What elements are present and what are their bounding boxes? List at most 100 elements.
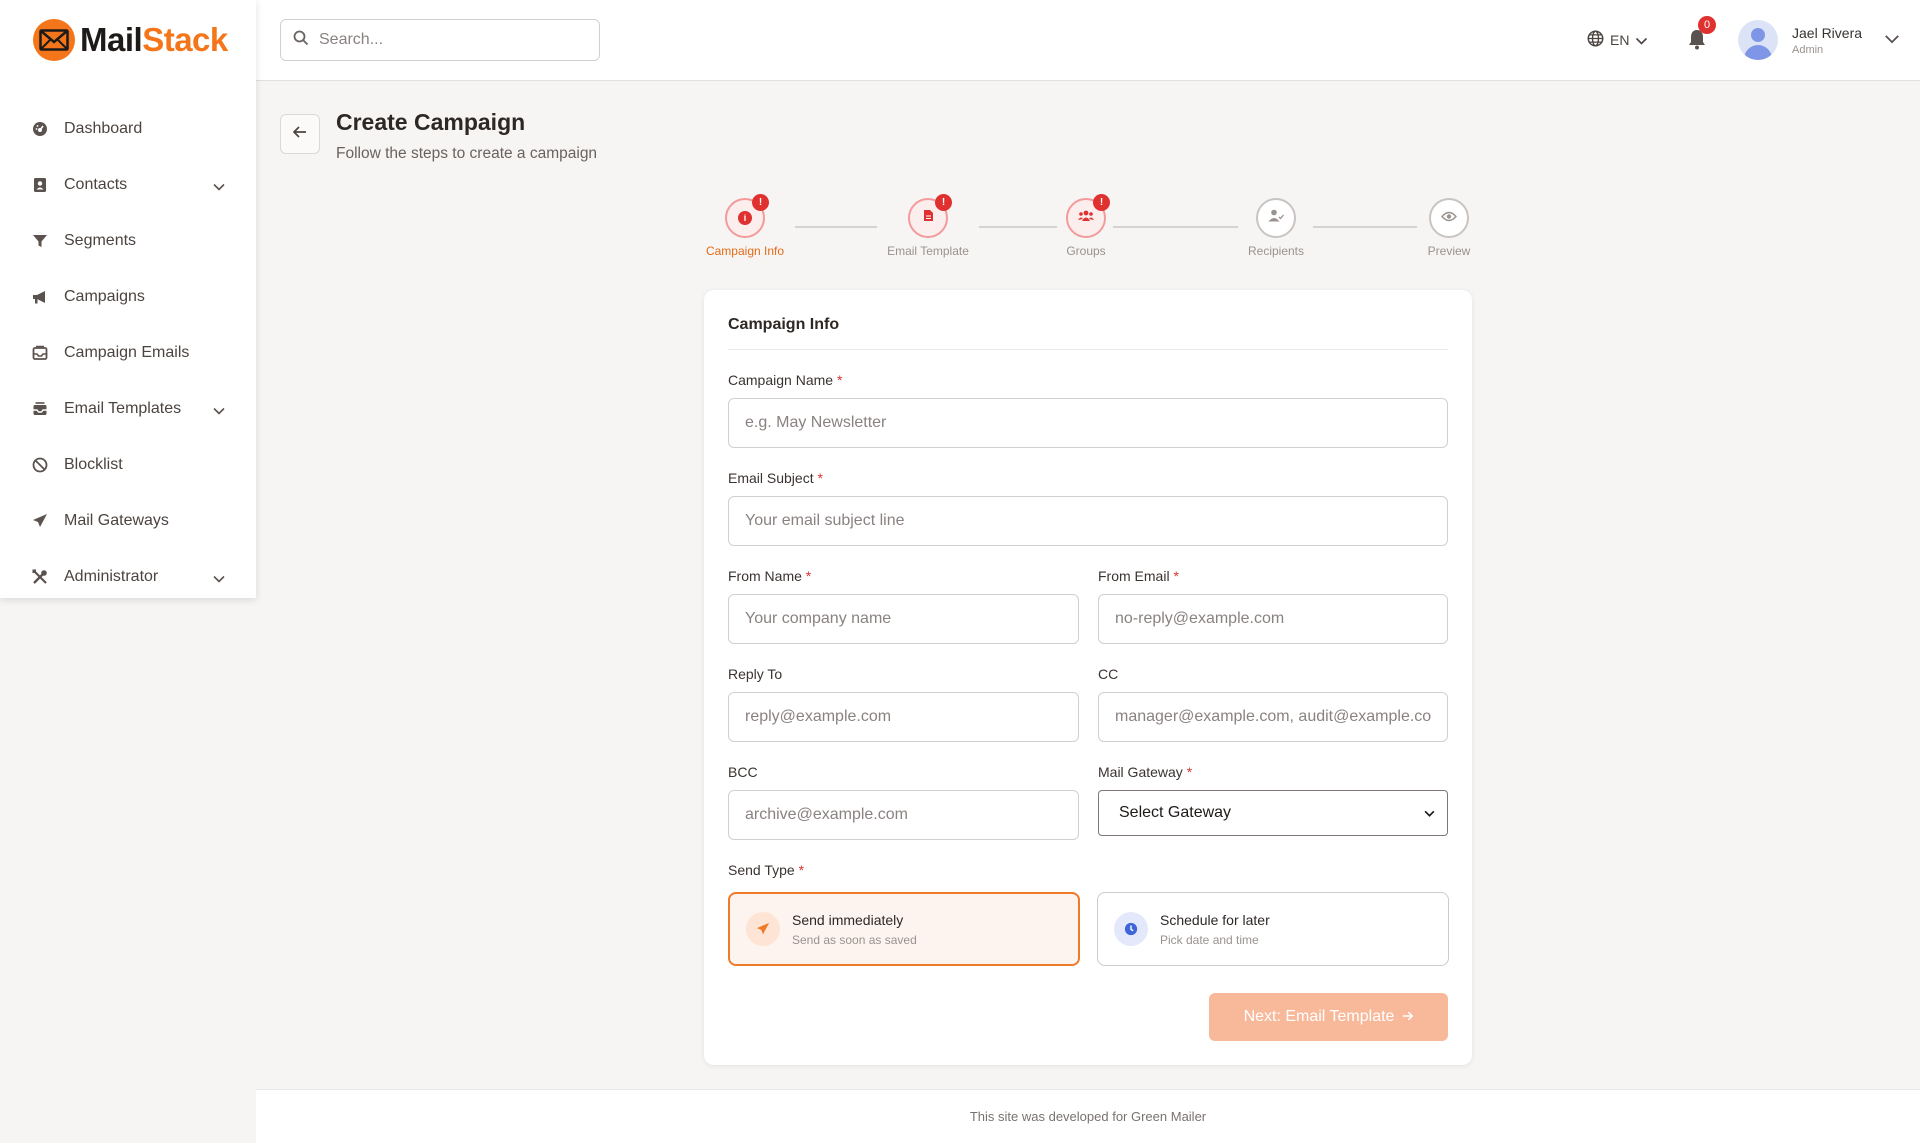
language-code: EN [1610, 32, 1630, 48]
file-icon [923, 209, 934, 227]
sidebar-item-blocklist[interactable]: Blocklist [0, 437, 256, 493]
from-email-label: From Email * [1098, 568, 1179, 584]
send-type-label: Send Type * [728, 862, 805, 878]
brand-name: MailStack [80, 21, 228, 58]
sidebar-item-administrator[interactable]: Administrator [0, 549, 256, 605]
back-button[interactable] [280, 114, 320, 154]
step-campaign-info[interactable]: i ! Campaign Info [685, 194, 805, 258]
bcc-input[interactable] [728, 790, 1079, 840]
sidebar-item-label: Administrator [64, 568, 159, 585]
user-menu[interactable]: Jael Rivera Admin [1738, 20, 1900, 60]
chevron-down-icon [1424, 804, 1435, 822]
sidebar-nav: Dashboard Contacts Segments Campaigns Ca… [0, 101, 256, 605]
step-recipients[interactable]: Recipients [1216, 198, 1336, 258]
step-circle: i ! [725, 194, 769, 238]
paper-plane-icon [31, 512, 49, 530]
inbox-icon [31, 344, 49, 362]
page-subtitle: Follow the steps to create a campaign [336, 145, 598, 162]
sidebar-item-campaign-emails[interactable]: Campaign Emails [0, 325, 256, 381]
step-error-badge: ! [752, 194, 769, 211]
mail-gateway-selected: Select Gateway [1119, 804, 1232, 821]
sidebar-item-label: Mail Gateways [64, 512, 169, 529]
tools-icon [31, 568, 49, 586]
step-circle [1256, 198, 1296, 238]
from-email-input[interactable] [1098, 594, 1448, 644]
sidebar-item-label: Segments [64, 232, 137, 249]
page-title: Create Campaign [336, 109, 526, 135]
step-label: Email Template [887, 244, 969, 258]
globe-icon [1587, 30, 1604, 50]
step-email-template[interactable]: ! Email Template [868, 194, 988, 258]
campaign-name-label: Campaign Name * [728, 372, 843, 388]
clock-icon [1114, 912, 1148, 946]
step-error-badge: ! [935, 194, 952, 211]
mail-gateway-label: Mail Gateway * [1098, 764, 1193, 780]
campaign-name-input[interactable] [728, 398, 1448, 448]
sidebar-item-segments[interactable]: Segments [0, 213, 256, 269]
step-groups[interactable]: ! Groups [1026, 194, 1146, 258]
sidebar-item-email-templates[interactable]: Email Templates [0, 381, 256, 437]
cc-label: CC [1098, 666, 1119, 682]
arrow-left-icon [292, 125, 307, 143]
sidebar-item-contacts[interactable]: Contacts [0, 157, 256, 213]
option-title: Send immediately [792, 911, 904, 928]
sidebar-item-label: Campaign Emails [64, 344, 190, 361]
eye-icon [1441, 209, 1457, 227]
step-circle [1429, 198, 1469, 238]
from-name-input[interactable] [728, 594, 1079, 644]
sidebar-item-campaigns[interactable]: Campaigns [0, 269, 256, 325]
notification-badge: 0 [1698, 16, 1716, 34]
step-connector [795, 226, 877, 228]
envelope-logo-icon [33, 19, 75, 61]
mail-gateway-select[interactable]: Select Gateway [1098, 790, 1448, 836]
email-subject-label: Email Subject * [728, 470, 823, 486]
block-icon [31, 456, 49, 474]
sidebar-item-label: Contacts [64, 176, 128, 193]
next-email-template-button[interactable]: Next: Email Template [1209, 993, 1448, 1041]
chevron-down-icon [213, 402, 225, 420]
sidebar-item-mail-gateways[interactable]: Mail Gateways [0, 493, 256, 549]
logo[interactable]: MailStack [33, 19, 228, 61]
email-subject-input[interactable] [728, 496, 1448, 546]
sidebar-item-dashboard[interactable]: Dashboard [0, 101, 256, 157]
avatar [1738, 20, 1778, 60]
send-immediately-option[interactable]: Send immediately Send as soon as saved [728, 892, 1080, 966]
user-info: Jael Rivera Admin [1792, 25, 1862, 56]
language-selector[interactable]: EN [1587, 30, 1648, 50]
search-box[interactable] [280, 19, 600, 61]
template-icon [31, 400, 49, 418]
step-label: Recipients [1247, 244, 1305, 258]
step-label: Groups [1066, 244, 1106, 258]
user-role: Admin [1792, 43, 1824, 56]
user-name: Jael Rivera [1792, 24, 1863, 41]
option-description: Pick date and time [1160, 932, 1259, 947]
option-description: Send as soon as saved [792, 932, 917, 947]
cc-input[interactable] [1098, 692, 1448, 742]
step-label: Campaign Info [705, 244, 785, 258]
option-title: Schedule for later [1160, 911, 1270, 928]
chevron-down-icon [213, 570, 225, 588]
step-preview[interactable]: Preview [1389, 198, 1509, 258]
filter-icon [31, 232, 49, 250]
chevron-down-icon [1635, 32, 1648, 48]
footer: This site was developed for Green Mailer [256, 1089, 1920, 1143]
step-error-badge: ! [1093, 194, 1110, 211]
megaphone-icon [31, 288, 49, 306]
schedule-later-option[interactable]: Schedule for later Pick date and time [1097, 892, 1449, 966]
paper-plane-icon [746, 912, 780, 946]
campaign-info-card: Campaign Info Campaign Name * Email Subj… [704, 290, 1472, 1065]
sidebar-item-label: Blocklist [64, 456, 123, 473]
chevron-down-icon [213, 178, 225, 196]
from-name-label: From Name * [728, 568, 812, 584]
search-input[interactable] [319, 31, 579, 49]
users-icon [1078, 209, 1094, 227]
next-button-label: Next: Email Template [1243, 1008, 1395, 1025]
footer-text: This site was developed for Green Mailer [969, 1109, 1207, 1124]
info-icon: i [738, 211, 752, 225]
search-icon [293, 30, 309, 51]
sidebar-item-label: Campaigns [64, 288, 145, 305]
sidebar-item-label: Dashboard [64, 120, 143, 137]
card-title: Campaign Info [728, 316, 840, 333]
reply-to-input[interactable] [728, 692, 1079, 742]
contacts-icon [31, 176, 49, 194]
